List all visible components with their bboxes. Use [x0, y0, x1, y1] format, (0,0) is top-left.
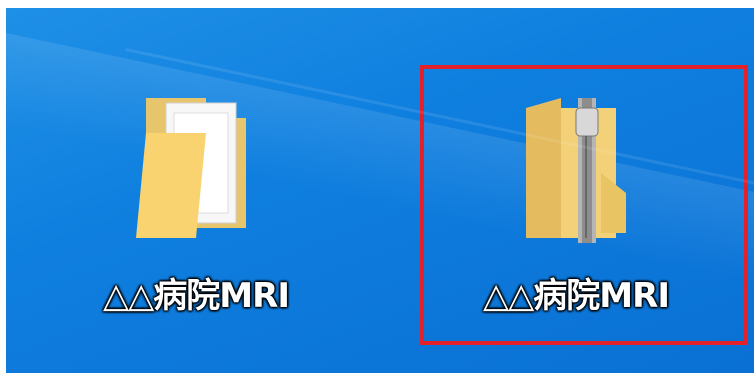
desktop-icon-folder[interactable]: △△病院MRI — [36, 38, 336, 338]
zip-folder-icon — [526, 98, 626, 243]
desktop[interactable]: △△病院MRI △△病院MRI — [6, 8, 754, 373]
zip-folder-label: △△病院MRI — [483, 276, 670, 316]
screenshot-frame: △△病院MRI △△病院MRI — [0, 0, 754, 383]
desktop-icon-zip[interactable]: △△病院MRI — [416, 38, 716, 338]
folder-icon — [136, 98, 246, 238]
folder-label: △△病院MRI — [103, 276, 290, 316]
